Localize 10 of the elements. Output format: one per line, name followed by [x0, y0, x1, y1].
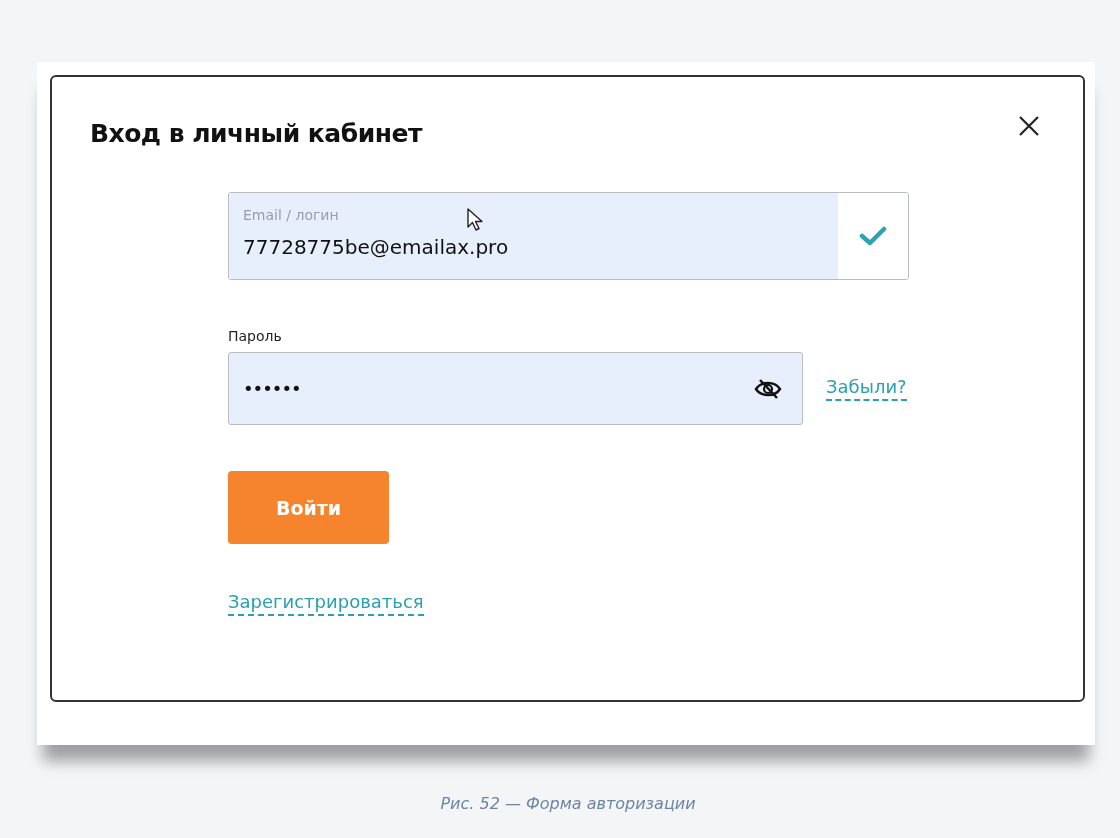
register-link[interactable]: Зарегистрироваться [228, 591, 424, 616]
mouse-pointer-icon [466, 207, 486, 233]
dialog-title: Вход в личный кабинет [90, 119, 422, 148]
email-field[interactable]: Email / логин 77728775be@emailax.pro [228, 192, 909, 280]
password-label: Пароль [228, 328, 282, 344]
forgot-password-link[interactable]: Забыли? [826, 376, 907, 401]
password-field[interactable]: •••••• [228, 352, 803, 425]
figure-caption: Рис. 52 — Форма авторизации [439, 794, 697, 813]
login-button[interactable]: Войти [228, 471, 389, 544]
close-icon[interactable] [1018, 115, 1040, 137]
